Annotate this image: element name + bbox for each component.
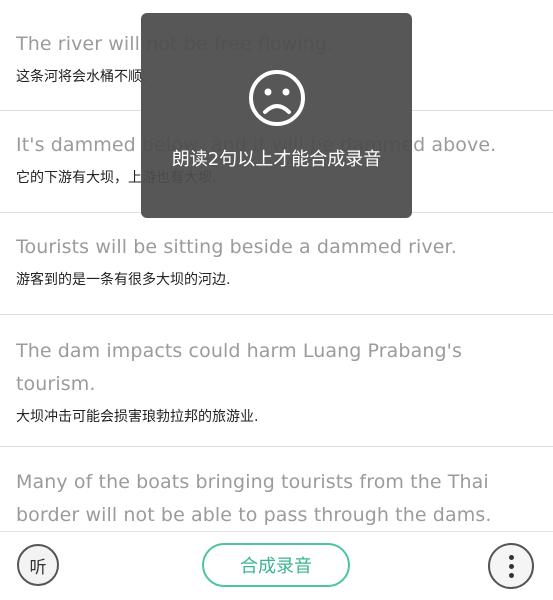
sentence-english: Tourists will be sitting beside a dammed… — [16, 236, 457, 258]
synthesize-recording-button[interactable]: 合成录音 — [202, 543, 350, 587]
more-vertical-icon — [508, 554, 514, 578]
sentence-english: The dam impacts could harm Luang Prabang… — [16, 340, 462, 395]
toast-message: 朗读2句以上才能合成录音 — [141, 13, 412, 218]
listen-button[interactable]: 听 — [17, 544, 59, 586]
sentence-chinese: 游客到的是一条有很多大坝的河边. — [16, 272, 231, 288]
bottom-toolbar: 听 合成录音 — [0, 531, 553, 600]
toast-text: 朗读2句以上才能合成录音 — [171, 149, 382, 170]
status-strip — [0, 0, 553, 12]
sentence-chinese: 大坝冲击可能会损害琅勃拉邦的旅游业. — [16, 409, 259, 425]
sentence-english: Many of the boats bringing tourists from… — [16, 471, 492, 526]
sad-face-icon — [248, 70, 305, 126]
list-item[interactable]: The dam impacts could harm Luang Prabang… — [0, 315, 553, 447]
list-item[interactable]: Tourists will be sitting beside a dammed… — [0, 213, 553, 315]
more-options-button[interactable] — [488, 543, 534, 589]
